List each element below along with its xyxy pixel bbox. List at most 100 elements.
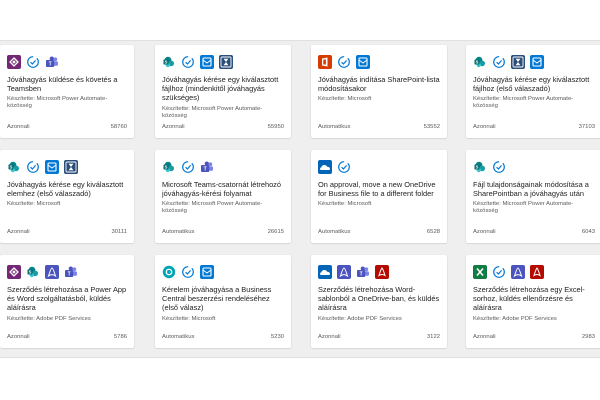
template-card[interactable]: ST Microsoft Teams-csatornát létrehozó j…: [155, 150, 291, 243]
svg-text:T: T: [68, 272, 71, 278]
card-title: Jóváhagyás kérése egy kiválasztott fájlh…: [473, 75, 590, 94]
teams-icon: T: [45, 55, 59, 69]
onedrive-icon: [318, 160, 332, 174]
adobe-pdf-icon: [337, 265, 351, 279]
card-author: Készítette: Microsoft: [7, 201, 61, 207]
svg-text:T: T: [204, 167, 207, 173]
teams-icon: T: [200, 160, 214, 174]
hourglass-icon: [511, 55, 525, 69]
connector-icons: ST: [162, 160, 214, 174]
template-card[interactable]: Szerződés létrehozása egy Excel-sorhoz, …: [466, 255, 600, 348]
adobe-pdf-icon: [511, 265, 525, 279]
card-footer: Automatikus 6528: [318, 229, 440, 235]
trigger-type: Azonnali: [7, 229, 30, 235]
template-card[interactable]: T Jóváhagyás küldése és követés a Teamsb…: [0, 45, 134, 138]
card-author: Készítette: Microsoft Power Automate-köz…: [162, 106, 263, 120]
hourglass-icon: [219, 55, 233, 69]
approvals-icon: [337, 160, 351, 174]
card-title: On approval, move a new OneDrive for Bus…: [318, 180, 436, 199]
connector-icons: [473, 265, 544, 279]
card-footer: Azonnali 6043: [473, 229, 595, 235]
trigger-type: Automatikus: [162, 334, 195, 340]
usage-count: 6043: [581, 229, 595, 235]
connector-icons: T: [7, 55, 59, 69]
template-card[interactable]: S Jóváhagyás kérése egy kiválasztott ele…: [0, 150, 134, 243]
svg-text:S: S: [29, 270, 32, 275]
excel-icon: [473, 265, 487, 279]
usage-count: 5230: [270, 334, 284, 340]
usage-count: 5786: [113, 334, 127, 340]
sharepoint-icon: S: [7, 160, 21, 174]
card-title: Jóváhagyás indítása SharePoint-lista mód…: [318, 75, 440, 94]
card-footer: Azonnali 30111: [7, 229, 127, 235]
adobe-pdf-icon: [45, 265, 59, 279]
teams-icon: T: [356, 265, 370, 279]
card-author: Készítette: Microsoft Power Automate-köz…: [162, 201, 263, 215]
card-author: Készítette: Adobe PDF Services: [473, 316, 557, 322]
acrobat-icon: [375, 265, 389, 279]
trigger-type: Azonnali: [7, 124, 30, 130]
card-footer: Azonnali 2983: [473, 334, 595, 340]
card-title: Szerződés létrehozása Word-sablonból a O…: [318, 285, 440, 313]
connector-icons: T: [318, 265, 389, 279]
connector-icons: [318, 160, 351, 174]
approvals-icon: [492, 55, 506, 69]
approvals-icon: [181, 55, 195, 69]
teams-icon: T: [64, 265, 78, 279]
card-author: Készítette: Microsoft: [318, 201, 372, 207]
card-title: Jóváhagyás kérése egy kiválasztott elemh…: [7, 180, 124, 199]
acrobat-icon: [530, 265, 544, 279]
hourglass-icon: [64, 160, 78, 174]
template-card[interactable]: ST Szerződés létrehozása a Power App és …: [0, 255, 134, 348]
svg-text:S: S: [165, 60, 168, 65]
connector-icons: S: [473, 160, 506, 174]
card-title: Jóváhagyás kérése egy kiválasztott fájlh…: [162, 75, 279, 103]
card-footer: Automatikus 5230: [162, 334, 284, 340]
trigger-type: Azonnali: [473, 334, 496, 340]
svg-text:S: S: [165, 165, 168, 170]
connector-icons: S: [473, 55, 544, 69]
business-central-icon: [162, 265, 176, 279]
template-card[interactable]: T Szerződés létrehozása Word-sablonból a…: [311, 255, 447, 348]
approvals-icon: [492, 160, 506, 174]
connector-icons: [318, 55, 370, 69]
trigger-type: Automatikus: [162, 229, 195, 235]
template-card[interactable]: S Jóváhagyás kérése egy kiválasztott fáj…: [155, 45, 291, 138]
card-author: Készítette: Adobe PDF Services: [318, 316, 402, 322]
trigger-type: Azonnali: [162, 124, 185, 130]
template-card[interactable]: Jóváhagyás indítása SharePoint-lista mód…: [311, 45, 447, 138]
card-footer: Automatikus 26615: [162, 229, 284, 235]
approvals-icon: [337, 55, 351, 69]
connector-icons: S: [7, 160, 78, 174]
trigger-type: Azonnali: [7, 334, 30, 340]
template-card[interactable]: On approval, move a new OneDrive for Bus…: [311, 150, 447, 243]
sharepoint-icon: S: [162, 55, 176, 69]
usage-count: 3122: [426, 334, 440, 340]
card-title: Kérelem jóváhagyása a Business Central b…: [162, 285, 272, 313]
office-icon: [318, 55, 332, 69]
card-title: Szerződés létrehozása egy Excel-sorhoz, …: [473, 285, 585, 313]
outlook-icon: [45, 160, 59, 174]
outlook-icon: [530, 55, 544, 69]
card-author: Készítette: Microsoft: [318, 96, 372, 102]
template-card[interactable]: Kérelem jóváhagyása a Business Central b…: [155, 255, 291, 348]
usage-count: 26615: [267, 229, 284, 235]
card-author: Készítette: Microsoft Power Automate-köz…: [473, 201, 574, 215]
usage-count: 6528: [426, 229, 440, 235]
svg-text:S: S: [476, 60, 479, 65]
outlook-icon: [200, 55, 214, 69]
svg-text:S: S: [10, 165, 13, 170]
sharepoint-icon: S: [473, 160, 487, 174]
card-footer: Azonnali 5786: [7, 334, 127, 340]
template-card[interactable]: S Jóváhagyás kérése egy kiválasztott fáj…: [466, 45, 600, 138]
card-footer: Automatikus 53552: [318, 124, 440, 130]
outlook-icon: [200, 265, 214, 279]
approvals-icon: [181, 160, 195, 174]
usage-count: 53552: [423, 124, 440, 130]
outlook-icon: [356, 55, 370, 69]
svg-text:T: T: [49, 62, 52, 68]
template-card[interactable]: S Fájl tulajdonságainak módosítása a Sha…: [466, 150, 600, 243]
card-title: Jóváhagyás küldése és követés a Teamsben: [7, 75, 118, 94]
power-apps-icon: [7, 55, 21, 69]
trigger-type: Azonnali: [473, 124, 496, 130]
